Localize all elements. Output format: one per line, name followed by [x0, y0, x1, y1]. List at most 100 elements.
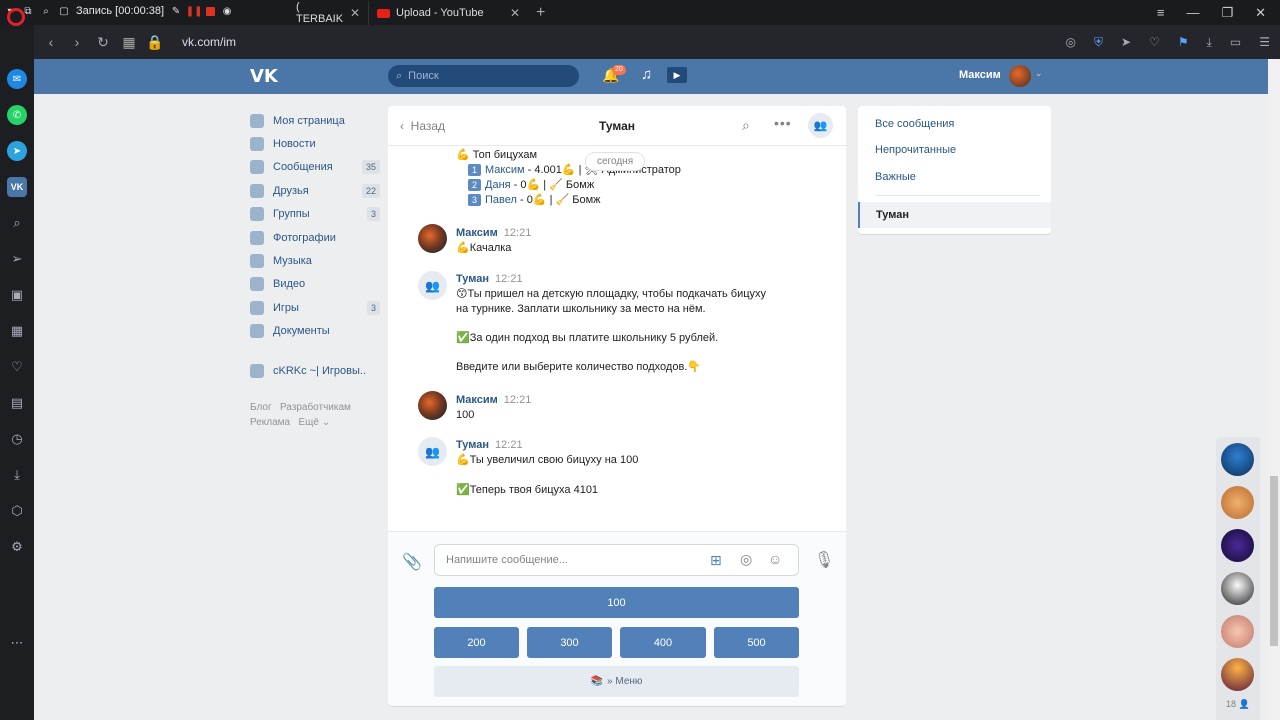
tab-youtube[interactable]: Upload - YouTube ✕: [368, 1, 528, 25]
microphone-icon[interactable]: 🎙: [814, 550, 834, 570]
dock-avatar[interactable]: [1221, 443, 1254, 476]
menu-item-groups[interactable]: Группы 3: [250, 203, 380, 226]
keyboard-button-400[interactable]: 400: [620, 627, 706, 658]
message-author[interactable]: Максим: [456, 394, 498, 406]
more-actions-icon[interactable]: •••: [774, 115, 792, 131]
filter-all-messages[interactable]: Все сообщения: [875, 118, 954, 130]
whatsapp-icon[interactable]: ✆: [7, 105, 27, 125]
avatar[interactable]: [418, 391, 447, 420]
dock-count[interactable]: 18 👤: [1226, 699, 1250, 710]
vk-logo[interactable]: VK: [250, 66, 278, 87]
easy-setup-icon[interactable]: ≡: [1157, 5, 1165, 20]
message-author[interactable]: Туман: [456, 273, 489, 285]
avatar[interactable]: 👥: [418, 437, 447, 466]
wallet-icon[interactable]: ▣: [7, 285, 27, 305]
keyboard-button-500[interactable]: 500: [714, 627, 799, 658]
dock-avatar[interactable]: [1221, 572, 1254, 605]
reload-icon[interactable]: ↻: [90, 34, 116, 51]
adblock-shield-icon[interactable]: ⛨: [1094, 35, 1103, 50]
forward-nav-icon[interactable]: ›: [64, 34, 90, 50]
chat-search-icon[interactable]: ⌕: [742, 117, 750, 134]
url-field[interactable]: vk.com/im: [182, 35, 236, 49]
opera-logo-icon[interactable]: [7, 8, 25, 26]
music-icon[interactable]: ♫: [641, 66, 652, 83]
menu-item-documents[interactable]: Документы: [250, 320, 380, 343]
chevron-down-icon[interactable]: ⌄: [1035, 68, 1043, 79]
footer-blog-link[interactable]: Блог: [250, 402, 272, 413]
avatar[interactable]: 👥: [418, 271, 447, 300]
emoji-smile-icon[interactable]: ☺: [768, 551, 782, 567]
tab-close-icon[interactable]: ✕: [350, 6, 360, 20]
dock-avatar[interactable]: [1221, 658, 1254, 691]
recorder-search-icon[interactable]: ⌕: [40, 5, 52, 17]
bot-keyboard-icon[interactable]: ⊞: [710, 552, 722, 569]
news-icon[interactable]: ▤: [7, 393, 27, 413]
extensions-icon[interactable]: ⬡: [7, 501, 27, 521]
attach-paperclip-icon[interactable]: 📎: [402, 552, 422, 572]
recorder-region-icon[interactable]: ▢: [58, 5, 70, 17]
vk-sidebar-icon[interactable]: VK: [7, 177, 27, 197]
user-avatar[interactable]: [1009, 65, 1031, 87]
keyboard-menu-button[interactable]: 📚 » Меню: [434, 666, 799, 697]
flag-icon[interactable]: ⚑: [1178, 35, 1189, 49]
camera-icon[interactable]: ◎: [740, 551, 752, 568]
back-nav-icon[interactable]: ‹: [38, 34, 64, 50]
menu-item-video[interactable]: Видео: [250, 273, 380, 296]
footer-ads-link[interactable]: Реклама: [250, 417, 290, 428]
dock-avatar[interactable]: [1221, 529, 1254, 562]
flow-send-icon[interactable]: ➤: [1121, 35, 1131, 49]
telegram-icon[interactable]: ➤: [7, 141, 27, 161]
messenger-icon[interactable]: ✉: [7, 69, 27, 89]
tabs-grid-icon[interactable]: ▦: [116, 34, 142, 51]
filter-unread[interactable]: Непрочитанные: [875, 144, 956, 156]
snapshot-icon[interactable]: ◎: [1065, 35, 1075, 49]
downloads-icon[interactable]: ⤓: [7, 465, 27, 485]
history-icon[interactable]: ◷: [7, 429, 27, 449]
search-icon[interactable]: ⌕: [7, 213, 27, 233]
filter-important[interactable]: Важные: [875, 171, 916, 183]
recorder-pause-icon[interactable]: ❚❚: [186, 5, 203, 17]
menu-item-my-page[interactable]: Моя страница: [250, 109, 380, 132]
menu-item-messages[interactable]: Сообщения 35: [250, 156, 380, 179]
menu-item-community[interactable]: cKRKc ~| Игровы..: [250, 359, 380, 382]
dock-avatar[interactable]: [1221, 615, 1254, 648]
search-input[interactable]: ⌕ Поиск: [388, 65, 579, 87]
new-tab-button[interactable]: +: [528, 1, 558, 25]
menu-item-photos[interactable]: Фотографии: [250, 226, 380, 249]
footer-more-link[interactable]: Ещё: [298, 417, 318, 428]
menu-item-music[interactable]: Музыка: [250, 249, 380, 272]
keyboard-button-200[interactable]: 200: [434, 627, 519, 658]
send-icon[interactable]: ➢: [7, 249, 27, 269]
close-window-icon[interactable]: ✕: [1255, 5, 1266, 21]
user-link[interactable]: Павел: [485, 194, 517, 206]
video-play-icon[interactable]: ▶: [667, 67, 687, 83]
user-link[interactable]: Максим: [485, 164, 525, 176]
settings-icon[interactable]: ⚙: [7, 537, 27, 557]
recorder-pen-icon[interactable]: ✎: [170, 5, 182, 17]
keyboard-button-100[interactable]: 100: [434, 587, 799, 618]
keyboard-button-300[interactable]: 300: [527, 627, 612, 658]
footer-dev-link[interactable]: Разработчикам: [280, 402, 351, 413]
menu-item-news[interactable]: Новости: [250, 132, 380, 155]
speed-dial-icon[interactable]: ▦: [7, 321, 27, 341]
dock-avatar[interactable]: [1221, 486, 1254, 519]
tab-close-icon[interactable]: ✕: [510, 6, 520, 20]
easy-setup-icon[interactable]: ☰: [1259, 35, 1270, 49]
chat-avatar[interactable]: 👥: [808, 113, 833, 138]
more-icon[interactable]: ⋯: [7, 633, 27, 653]
heart-icon[interactable]: ♡: [1149, 35, 1160, 49]
battery-icon[interactable]: ▭: [1230, 35, 1241, 49]
message-author[interactable]: Максим: [456, 227, 498, 239]
download-icon[interactable]: ⤓: [1207, 35, 1212, 50]
recorder-stop-icon[interactable]: [206, 6, 216, 16]
scrollbar-thumb[interactable]: [1270, 476, 1278, 646]
tab-terbaik[interactable]: ( TERBAIK ✕: [288, 1, 368, 25]
selected-conversation[interactable]: Туман: [858, 202, 1051, 228]
recorder-camera-icon[interactable]: ◉: [221, 5, 233, 17]
avatar[interactable]: [418, 224, 447, 253]
menu-item-games[interactable]: Игры 3: [250, 296, 380, 319]
menu-item-friends[interactable]: Друзья 22: [250, 179, 380, 202]
minimize-icon[interactable]: —: [1186, 5, 1199, 20]
user-link[interactable]: Даня: [485, 179, 511, 191]
bookmarks-heart-icon[interactable]: ♡: [7, 357, 27, 377]
